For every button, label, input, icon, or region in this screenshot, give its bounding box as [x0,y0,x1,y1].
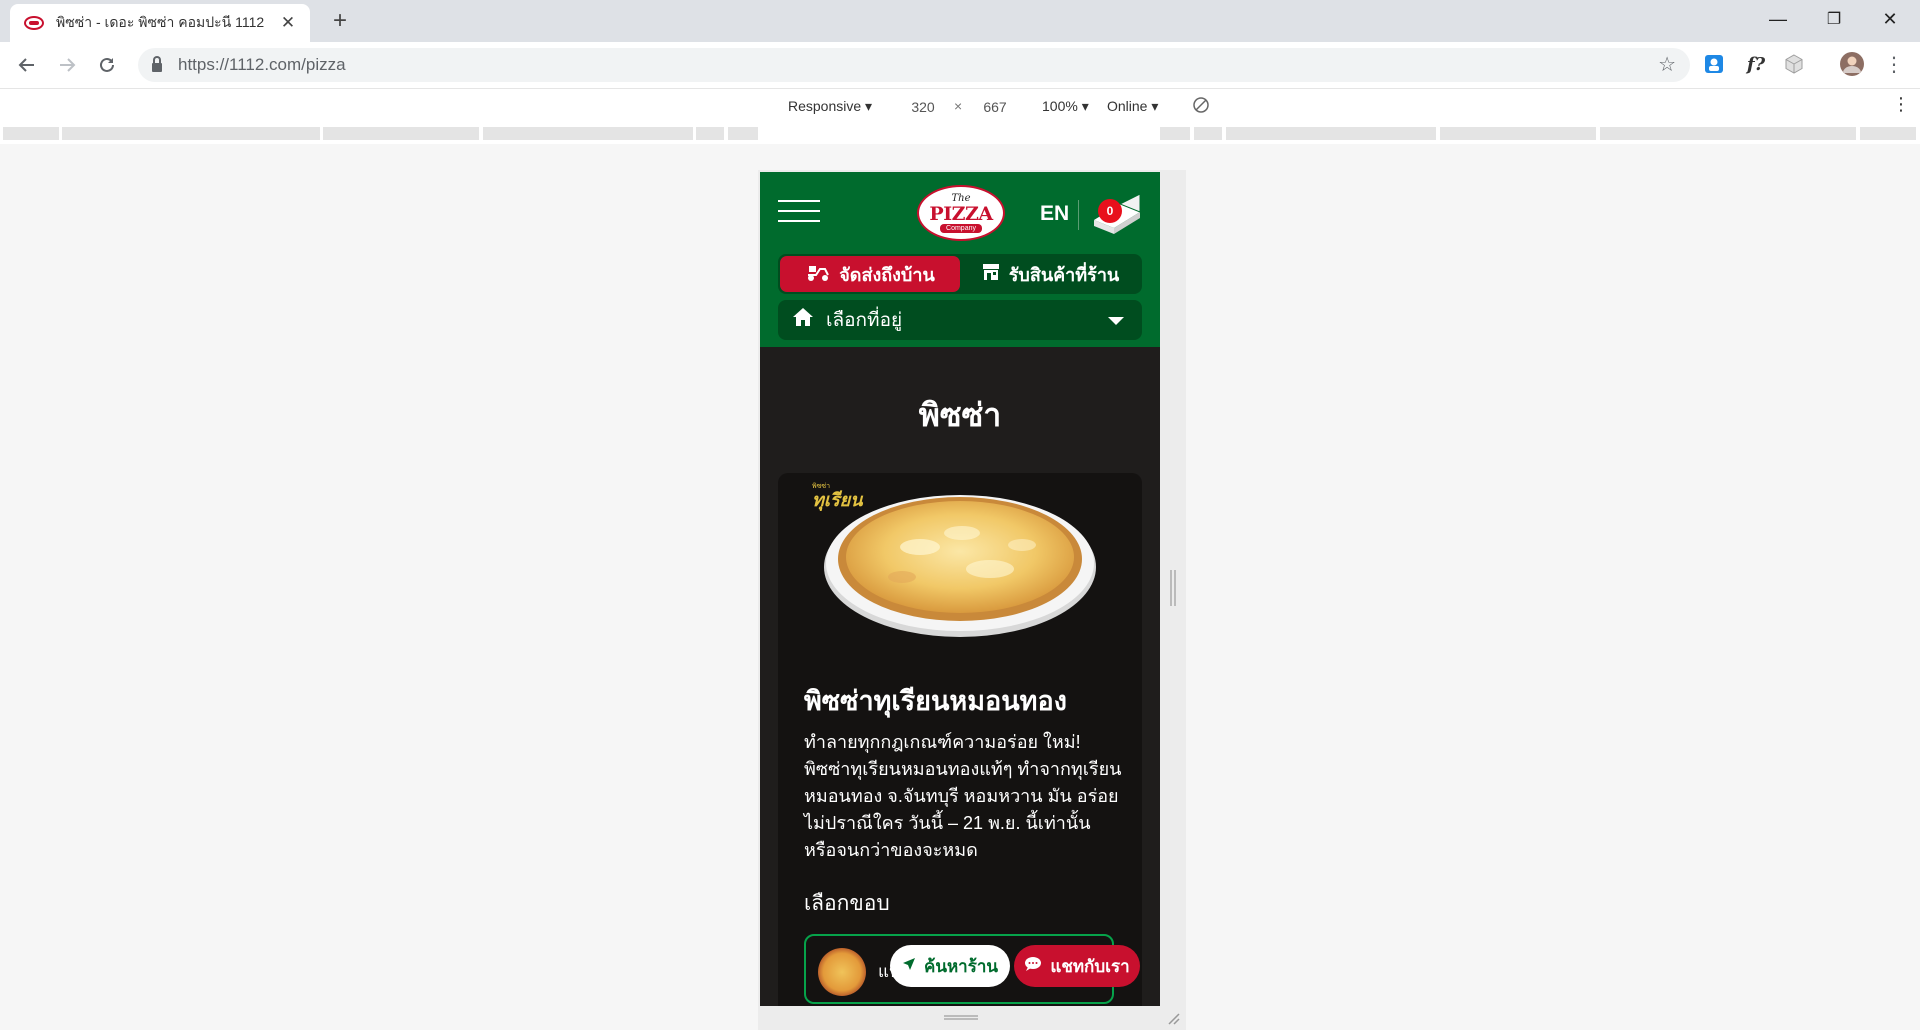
media-query-segment[interactable] [1860,127,1916,140]
pizza-favicon-icon [24,16,44,30]
media-query-segment[interactable] [323,127,479,140]
chat-label: แชทกับเรา [1050,956,1130,976]
bookmark-star-icon[interactable]: ☆ [1658,52,1676,77]
navigation-arrow-icon [902,956,916,976]
media-query-segment[interactable] [1600,127,1856,140]
media-query-segment[interactable] [696,127,724,140]
mobile-viewport: The PIZZA Company EN 0 จัดส่งถึงบ้าน รับ… [760,172,1160,1006]
pickup-mode-button[interactable]: รับสินค้าที่ร้าน [960,256,1140,292]
lock-icon [152,55,162,72]
pizza-image [824,495,1096,637]
media-query-segment[interactable] [1160,127,1190,140]
pizza-company-logo[interactable]: The PIZZA Company [917,185,1005,241]
product-description: ทำลายทุกกฎเกณฑ์ความอร่อย ใหม่! พิซซ่าทุเ… [804,732,1122,860]
address-bar[interactable]: https://1112.com/pizza ☆ [138,48,1690,82]
viewport-resize-handle-bottom[interactable] [944,1015,978,1020]
media-query-segment[interactable] [1440,127,1596,140]
address-placeholder: เลือกที่อยู่ [826,310,903,331]
forward-icon[interactable] [52,50,82,80]
logo-company: Company [940,223,982,233]
restore-button[interactable]: ❐ [1804,0,1864,38]
url-text: https://1112.com/pizza [178,55,346,74]
delivery-mode-button[interactable]: จัดส่งถึงบ้าน [780,256,960,292]
pickup-mode-label: รับสินค้าที่ร้าน [1008,264,1120,285]
new-tab-button[interactable]: + [326,8,354,36]
product-title: พิซซ่าทุเรียนหมอนทอง [804,686,1067,716]
close-window-button[interactable]: ✕ [1860,0,1920,38]
find-store-button[interactable]: ค้นหาร้าน [890,945,1010,987]
product-card[interactable]: พิซซ่า ทุเรียน พิซซ่าทุเรียนหมอนทอง ทำลา… [778,473,1142,1006]
chat-button[interactable]: แชทกับเรา [1014,945,1140,987]
media-query-segment[interactable] [483,127,693,140]
extension-user-icon[interactable] [1702,52,1726,76]
browser-tabstrip: พิซซ่า - เดอะ พิซซ่า คอมปะนี 1112 ✕ + — … [0,0,1920,42]
fontface-ninja-icon[interactable]: f? [1744,52,1768,76]
reload-icon[interactable] [92,50,122,80]
chat-bubble-icon [1024,956,1042,977]
device-toolbar: Responsive ▾ 320 × 667 100% ▾ Online ▾ ⋮ [0,88,1920,124]
viewport-resize-corner-icon[interactable] [1166,1011,1180,1025]
media-query-segment[interactable] [728,127,758,140]
site-header: The PIZZA Company EN 0 จัดส่งถึงบ้าน รับ… [760,172,1160,347]
crust-thumbnail [818,948,866,996]
header-divider [1078,200,1079,230]
viewport-resize-handle-right[interactable] [1170,570,1176,606]
minimize-button[interactable]: — [1748,0,1808,38]
media-query-bar [0,124,1920,144]
tab-close-icon[interactable]: ✕ [278,13,298,33]
delivery-mode-label: จัดส่งถึงบ้าน [839,264,935,285]
cart-count-badge: 0 [1098,199,1122,223]
media-query-segment[interactable] [62,127,320,140]
store-icon [981,262,1001,287]
device-select[interactable]: Responsive ▾ [788,98,872,115]
language-switch[interactable]: EN [1040,202,1069,226]
browser-tab[interactable]: พิซซ่า - เดอะ พิซซ่า คอมปะนี 1112 ✕ [10,4,310,42]
hamburger-menu-icon[interactable] [778,200,820,222]
network-throttle-select[interactable]: Online ▾ [1107,98,1158,115]
logo-main: PIZZA [929,202,993,225]
page-title: พิซซ่า [918,397,1002,433]
viewport-width-input[interactable]: 320 [896,95,950,119]
order-mode-toggle: จัดส่งถึงบ้าน รับสินค้าที่ร้าน [778,254,1142,294]
media-query-segment[interactable] [1194,127,1222,140]
devtools-more-icon[interactable]: ⋮ [1892,94,1910,115]
logo-the: The [951,192,971,204]
rotate-icon[interactable] [1192,96,1210,117]
delivery-scooter-icon [805,262,831,287]
browser-toolbar: https://1112.com/pizza ☆ f? ⋮ [0,42,1920,88]
extension-cube-icon[interactable] [1782,52,1806,76]
browser-menu-icon[interactable]: ⋮ [1882,52,1906,76]
media-query-segment[interactable] [1226,127,1436,140]
media-query-segment[interactable] [3,127,59,140]
viewport-height-input[interactable]: 667 [968,95,1022,119]
crust-label: เลือกขอบ [804,892,890,915]
back-icon[interactable] [12,50,42,80]
profile-avatar[interactable] [1840,52,1864,76]
zoom-select[interactable]: 100% ▾ [1042,98,1089,115]
find-store-label: ค้นหาร้าน [923,956,999,976]
home-icon [792,307,814,333]
address-select[interactable]: เลือกที่อยู่ [778,300,1142,340]
dimension-separator: × [954,98,963,114]
tab-title: พิซซ่า - เดอะ พิซซ่า คอมปะนี 1112 [56,14,265,30]
chevron-down-icon [1108,317,1124,325]
